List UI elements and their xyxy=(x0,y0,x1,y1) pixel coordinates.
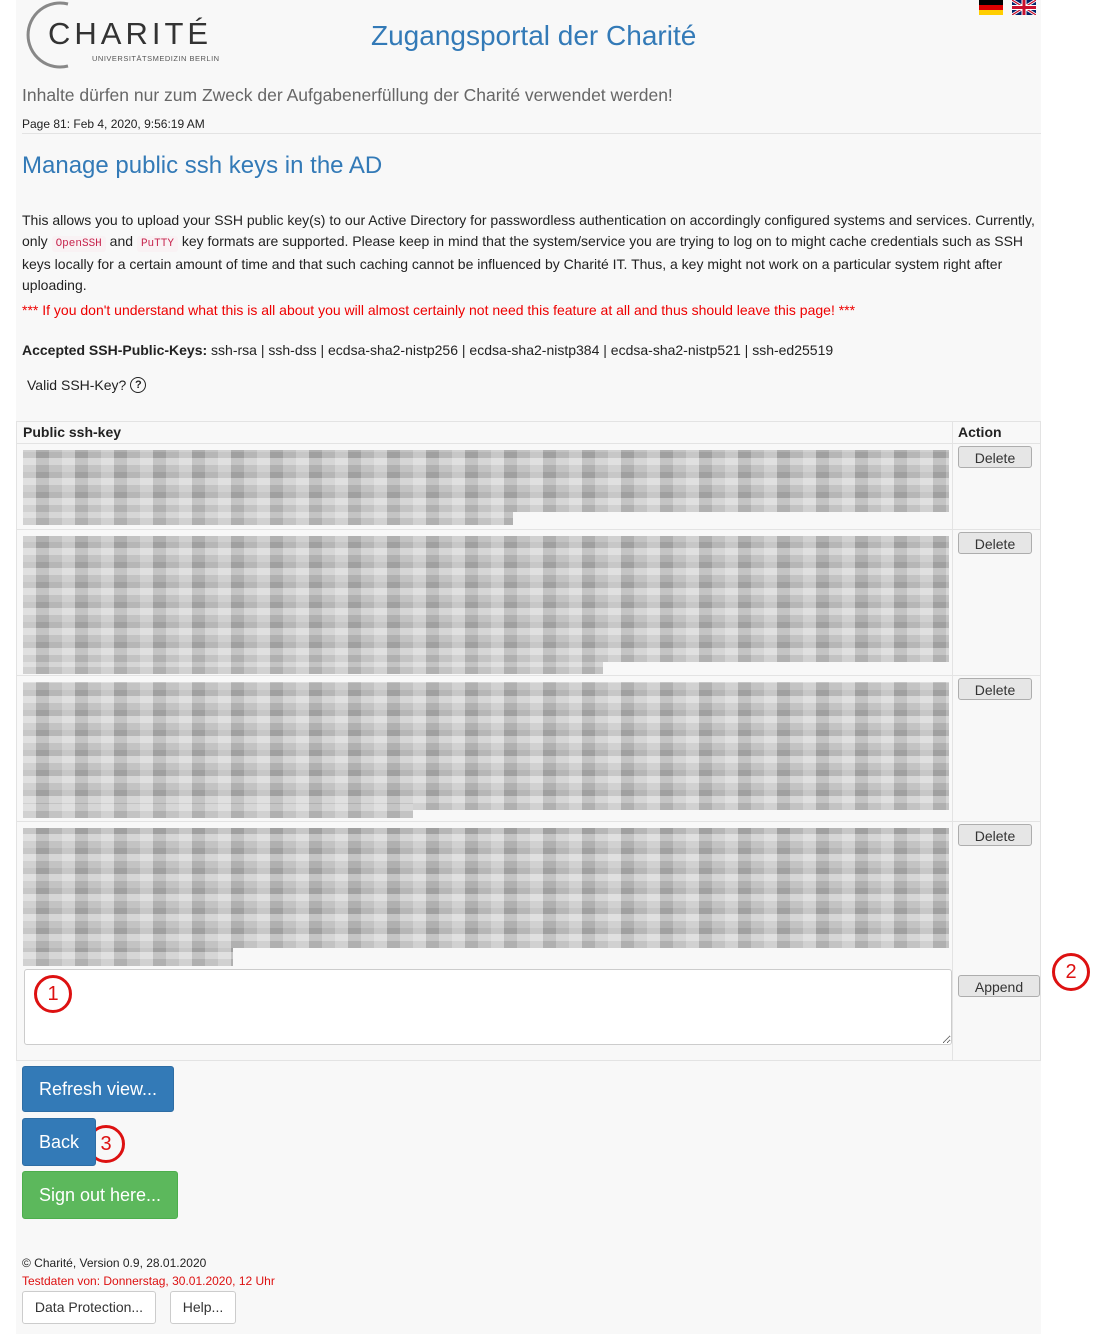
delete-button[interactable]: Delete xyxy=(958,824,1032,846)
charite-logo: CHARITÉ UNIVERSITÄTSMEDIZIN BERLIN xyxy=(22,0,222,72)
delete-button[interactable]: Delete xyxy=(958,532,1032,554)
refresh-view-button[interactable]: Refresh view... xyxy=(22,1066,174,1112)
page-title: Manage public ssh keys in the AD xyxy=(22,152,383,179)
table-row: Delete xyxy=(17,675,1040,822)
redacted-key-text xyxy=(23,536,949,662)
sign-out-button[interactable]: Sign out here... xyxy=(22,1171,178,1219)
accepted-keys: Accepted SSH-Public-Keys: ssh-rsa | ssh-… xyxy=(22,342,833,358)
warning-text: *** If you don't understand what this is… xyxy=(22,302,856,318)
logo-subtitle: UNIVERSITÄTSMEDIZIN BERLIN xyxy=(92,54,220,63)
back-button[interactable]: Back xyxy=(22,1118,96,1166)
page-container: CHARITÉ UNIVERSITÄTSMEDIZIN BERLIN Zugan… xyxy=(16,0,1090,1334)
usage-notice: Inhalte dürfen nur zum Zweck der Aufgabe… xyxy=(22,85,673,105)
divider xyxy=(22,133,1041,134)
code-openssh: OpenSSH xyxy=(51,235,106,252)
code-putty: PuTTY xyxy=(136,235,178,252)
redacted-key-text xyxy=(23,512,513,525)
test-data-text: Testdaten von: Donnerstag, 30.01.2020, 1… xyxy=(22,1274,275,1288)
ssh-key-table: Public ssh-key Action Delete Delete Dele… xyxy=(16,421,1041,1061)
logo-wordmark: CHARITÉ xyxy=(48,16,213,51)
redacted-key-text xyxy=(23,682,949,810)
table-row: Delete xyxy=(17,821,1040,968)
uk-flag-icon[interactable] xyxy=(1012,0,1036,15)
redacted-key-text xyxy=(23,804,413,818)
desc-and: and xyxy=(105,232,137,249)
question-mark-icon[interactable]: ? xyxy=(130,377,147,393)
append-button[interactable]: Append xyxy=(958,975,1040,997)
help-button[interactable]: Help... xyxy=(170,1291,236,1324)
delete-button[interactable]: Delete xyxy=(958,446,1032,468)
redacted-key-text xyxy=(23,948,233,966)
valid-ssh-key-label: Valid SSH-Key? xyxy=(27,377,127,393)
redacted-key-text xyxy=(23,662,603,674)
table-row: Delete xyxy=(17,443,1040,530)
column-header-key: Public ssh-key xyxy=(23,424,122,440)
delete-button[interactable]: Delete xyxy=(958,678,1032,700)
page-timestamp: Page 81: Feb 4, 2020, 9:56:19 AM xyxy=(22,117,205,131)
language-switcher xyxy=(979,0,1036,15)
new-ssh-key-input[interactable] xyxy=(24,969,952,1045)
accepted-keys-values: ssh-rsa | ssh-dss | ecdsa-sha2-nistp256 … xyxy=(207,342,834,358)
data-protection-button[interactable]: Data Protection... xyxy=(22,1291,156,1324)
portal-title: Zugangsportal der Charité xyxy=(371,20,697,51)
valid-ssh-key-check: Valid SSH-Key? ? xyxy=(27,377,147,393)
redacted-key-text xyxy=(23,828,949,948)
german-flag-icon[interactable] xyxy=(979,0,1003,15)
annotation-marker-2: 2 xyxy=(1052,953,1090,991)
redacted-key-text xyxy=(23,450,949,512)
column-header-action: Action xyxy=(958,424,1002,440)
annotation-marker-1: 1 xyxy=(34,975,72,1013)
description-text: This allows you to upload your SSH publi… xyxy=(22,210,1038,295)
copyright-text: © Charité, Version 0.9, 28.01.2020 xyxy=(22,1256,207,1270)
table-row: Delete xyxy=(17,529,1040,676)
accepted-keys-label: Accepted SSH-Public-Keys: xyxy=(22,342,208,358)
